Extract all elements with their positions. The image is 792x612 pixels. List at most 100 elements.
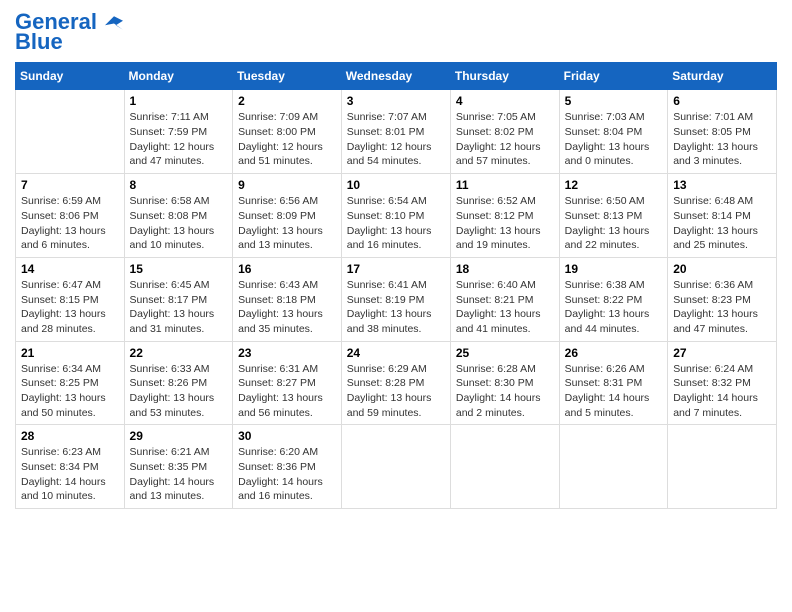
day-detail: Sunrise: 6:38 AM Sunset: 8:22 PM Dayligh… xyxy=(565,278,663,337)
day-number: 4 xyxy=(456,94,554,108)
day-number: 29 xyxy=(130,429,228,443)
day-number: 22 xyxy=(130,346,228,360)
calendar-week-row: 28 Sunrise: 6:23 AM Sunset: 8:34 PM Dayli… xyxy=(16,425,777,509)
day-detail: Sunrise: 7:05 AM Sunset: 8:02 PM Dayligh… xyxy=(456,110,554,169)
calendar-week-row: 14 Sunrise: 6:47 AM Sunset: 8:15 PM Dayli… xyxy=(16,257,777,341)
day-number: 17 xyxy=(347,262,445,276)
day-number: 25 xyxy=(456,346,554,360)
calendar-week-row: 21Sunrise: 6:34 AM Sunset: 8:25 PM Dayli… xyxy=(16,341,777,425)
calendar-cell xyxy=(16,90,125,174)
calendar-week-row: 7 Sunrise: 6:59 AM Sunset: 8:06 PM Daylig… xyxy=(16,174,777,258)
day-number: 16 xyxy=(238,262,336,276)
calendar: SundayMondayTuesdayWednesdayThursdayFrid… xyxy=(15,62,777,509)
calendar-cell: 15Sunrise: 6:45 AM Sunset: 8:17 PM Dayli… xyxy=(124,257,233,341)
day-number: 27 xyxy=(673,346,771,360)
col-header-saturday: Saturday xyxy=(668,63,777,90)
calendar-cell: 29 Sunrise: 6:21 AM Sunset: 8:35 PM Dayli… xyxy=(124,425,233,509)
day-detail: Sunrise: 6:24 AM Sunset: 8:32 PM Dayligh… xyxy=(673,362,771,421)
calendar-cell: 13Sunrise: 6:48 AM Sunset: 8:14 PM Dayli… xyxy=(668,174,777,258)
col-header-sunday: Sunday xyxy=(16,63,125,90)
day-detail: Sunrise: 6:33 AM Sunset: 8:26 PM Dayligh… xyxy=(130,362,228,421)
calendar-cell: 7 Sunrise: 6:59 AM Sunset: 8:06 PM Daylig… xyxy=(16,174,125,258)
calendar-cell: 6 Sunrise: 7:01 AM Sunset: 8:05 PM Daylig… xyxy=(668,90,777,174)
calendar-header-row: SundayMondayTuesdayWednesdayThursdayFrid… xyxy=(16,63,777,90)
day-detail: Sunrise: 6:40 AM Sunset: 8:21 PM Dayligh… xyxy=(456,278,554,337)
day-number: 14 xyxy=(21,262,119,276)
day-number: 9 xyxy=(238,178,336,192)
day-detail: Sunrise: 7:09 AM Sunset: 8:00 PM Dayligh… xyxy=(238,110,336,169)
calendar-cell xyxy=(341,425,450,509)
calendar-cell: 28 Sunrise: 6:23 AM Sunset: 8:34 PM Dayli… xyxy=(16,425,125,509)
day-detail: Sunrise: 6:21 AM Sunset: 8:35 PM Dayligh… xyxy=(130,445,228,504)
calendar-cell: 9 Sunrise: 6:56 AM Sunset: 8:09 PM Daylig… xyxy=(233,174,342,258)
calendar-cell: 16 Sunrise: 6:43 AM Sunset: 8:18 PM Dayli… xyxy=(233,257,342,341)
day-number: 5 xyxy=(565,94,663,108)
day-detail: Sunrise: 6:36 AM Sunset: 8:23 PM Dayligh… xyxy=(673,278,771,337)
day-number: 11 xyxy=(456,178,554,192)
calendar-cell: 22 Sunrise: 6:33 AM Sunset: 8:26 PM Dayli… xyxy=(124,341,233,425)
day-detail: Sunrise: 6:59 AM Sunset: 8:06 PM Dayligh… xyxy=(21,194,119,253)
calendar-cell: 27 Sunrise: 6:24 AM Sunset: 8:32 PM Dayli… xyxy=(668,341,777,425)
day-number: 26 xyxy=(565,346,663,360)
calendar-cell: 10Sunrise: 6:54 AM Sunset: 8:10 PM Dayli… xyxy=(341,174,450,258)
calendar-cell: 24Sunrise: 6:29 AM Sunset: 8:28 PM Dayli… xyxy=(341,341,450,425)
day-detail: Sunrise: 7:07 AM Sunset: 8:01 PM Dayligh… xyxy=(347,110,445,169)
day-detail: Sunrise: 6:31 AM Sunset: 8:27 PM Dayligh… xyxy=(238,362,336,421)
calendar-cell: 18 Sunrise: 6:40 AM Sunset: 8:21 PM Dayli… xyxy=(450,257,559,341)
day-detail: Sunrise: 6:47 AM Sunset: 8:15 PM Dayligh… xyxy=(21,278,119,337)
day-number: 15 xyxy=(130,262,228,276)
day-detail: Sunrise: 6:58 AM Sunset: 8:08 PM Dayligh… xyxy=(130,194,228,253)
day-detail: Sunrise: 7:03 AM Sunset: 8:04 PM Dayligh… xyxy=(565,110,663,169)
calendar-cell: 23 Sunrise: 6:31 AM Sunset: 8:27 PM Dayli… xyxy=(233,341,342,425)
calendar-cell: 1 Sunrise: 7:11 AM Sunset: 7:59 PM Daylig… xyxy=(124,90,233,174)
header: General Blue xyxy=(15,10,777,54)
calendar-cell: 14 Sunrise: 6:47 AM Sunset: 8:15 PM Dayli… xyxy=(16,257,125,341)
calendar-cell: 19 Sunrise: 6:38 AM Sunset: 8:22 PM Dayli… xyxy=(559,257,668,341)
day-number: 1 xyxy=(130,94,228,108)
col-header-monday: Monday xyxy=(124,63,233,90)
calendar-cell: 4 Sunrise: 7:05 AM Sunset: 8:02 PM Daylig… xyxy=(450,90,559,174)
calendar-cell: 2 Sunrise: 7:09 AM Sunset: 8:00 PM Daylig… xyxy=(233,90,342,174)
calendar-cell xyxy=(559,425,668,509)
calendar-cell: 3Sunrise: 7:07 AM Sunset: 8:01 PM Daylig… xyxy=(341,90,450,174)
calendar-week-row: 1 Sunrise: 7:11 AM Sunset: 7:59 PM Daylig… xyxy=(16,90,777,174)
day-number: 24 xyxy=(347,346,445,360)
day-detail: Sunrise: 6:54 AM Sunset: 8:10 PM Dayligh… xyxy=(347,194,445,253)
calendar-cell: 17 Sunrise: 6:41 AM Sunset: 8:19 PM Dayli… xyxy=(341,257,450,341)
col-header-friday: Friday xyxy=(559,63,668,90)
calendar-cell: 20 Sunrise: 6:36 AM Sunset: 8:23 PM Dayli… xyxy=(668,257,777,341)
calendar-cell xyxy=(450,425,559,509)
day-detail: Sunrise: 6:43 AM Sunset: 8:18 PM Dayligh… xyxy=(238,278,336,337)
day-detail: Sunrise: 6:48 AM Sunset: 8:14 PM Dayligh… xyxy=(673,194,771,253)
day-number: 23 xyxy=(238,346,336,360)
logo-blue-text: Blue xyxy=(15,30,63,54)
col-header-tuesday: Tuesday xyxy=(233,63,342,90)
calendar-cell: 25Sunrise: 6:28 AM Sunset: 8:30 PM Dayli… xyxy=(450,341,559,425)
col-header-thursday: Thursday xyxy=(450,63,559,90)
day-detail: Sunrise: 7:01 AM Sunset: 8:05 PM Dayligh… xyxy=(673,110,771,169)
calendar-cell: 8 Sunrise: 6:58 AM Sunset: 8:08 PM Daylig… xyxy=(124,174,233,258)
day-detail: Sunrise: 6:52 AM Sunset: 8:12 PM Dayligh… xyxy=(456,194,554,253)
day-number: 30 xyxy=(238,429,336,443)
day-detail: Sunrise: 6:34 AM Sunset: 8:25 PM Dayligh… xyxy=(21,362,119,421)
day-detail: Sunrise: 6:20 AM Sunset: 8:36 PM Dayligh… xyxy=(238,445,336,504)
day-detail: Sunrise: 6:26 AM Sunset: 8:31 PM Dayligh… xyxy=(565,362,663,421)
day-number: 2 xyxy=(238,94,336,108)
logo: General Blue xyxy=(15,10,123,54)
logo-bird-icon xyxy=(105,16,123,30)
day-detail: Sunrise: 6:56 AM Sunset: 8:09 PM Dayligh… xyxy=(238,194,336,253)
day-number: 12 xyxy=(565,178,663,192)
day-number: 6 xyxy=(673,94,771,108)
day-number: 28 xyxy=(21,429,119,443)
day-number: 8 xyxy=(130,178,228,192)
day-number: 20 xyxy=(673,262,771,276)
calendar-cell: 26 Sunrise: 6:26 AM Sunset: 8:31 PM Dayli… xyxy=(559,341,668,425)
day-number: 18 xyxy=(456,262,554,276)
calendar-cell: 30 Sunrise: 6:20 AM Sunset: 8:36 PM Dayli… xyxy=(233,425,342,509)
day-detail: Sunrise: 6:23 AM Sunset: 8:34 PM Dayligh… xyxy=(21,445,119,504)
col-header-wednesday: Wednesday xyxy=(341,63,450,90)
day-number: 19 xyxy=(565,262,663,276)
day-detail: Sunrise: 6:41 AM Sunset: 8:19 PM Dayligh… xyxy=(347,278,445,337)
day-number: 7 xyxy=(21,178,119,192)
day-detail: Sunrise: 7:11 AM Sunset: 7:59 PM Dayligh… xyxy=(130,110,228,169)
